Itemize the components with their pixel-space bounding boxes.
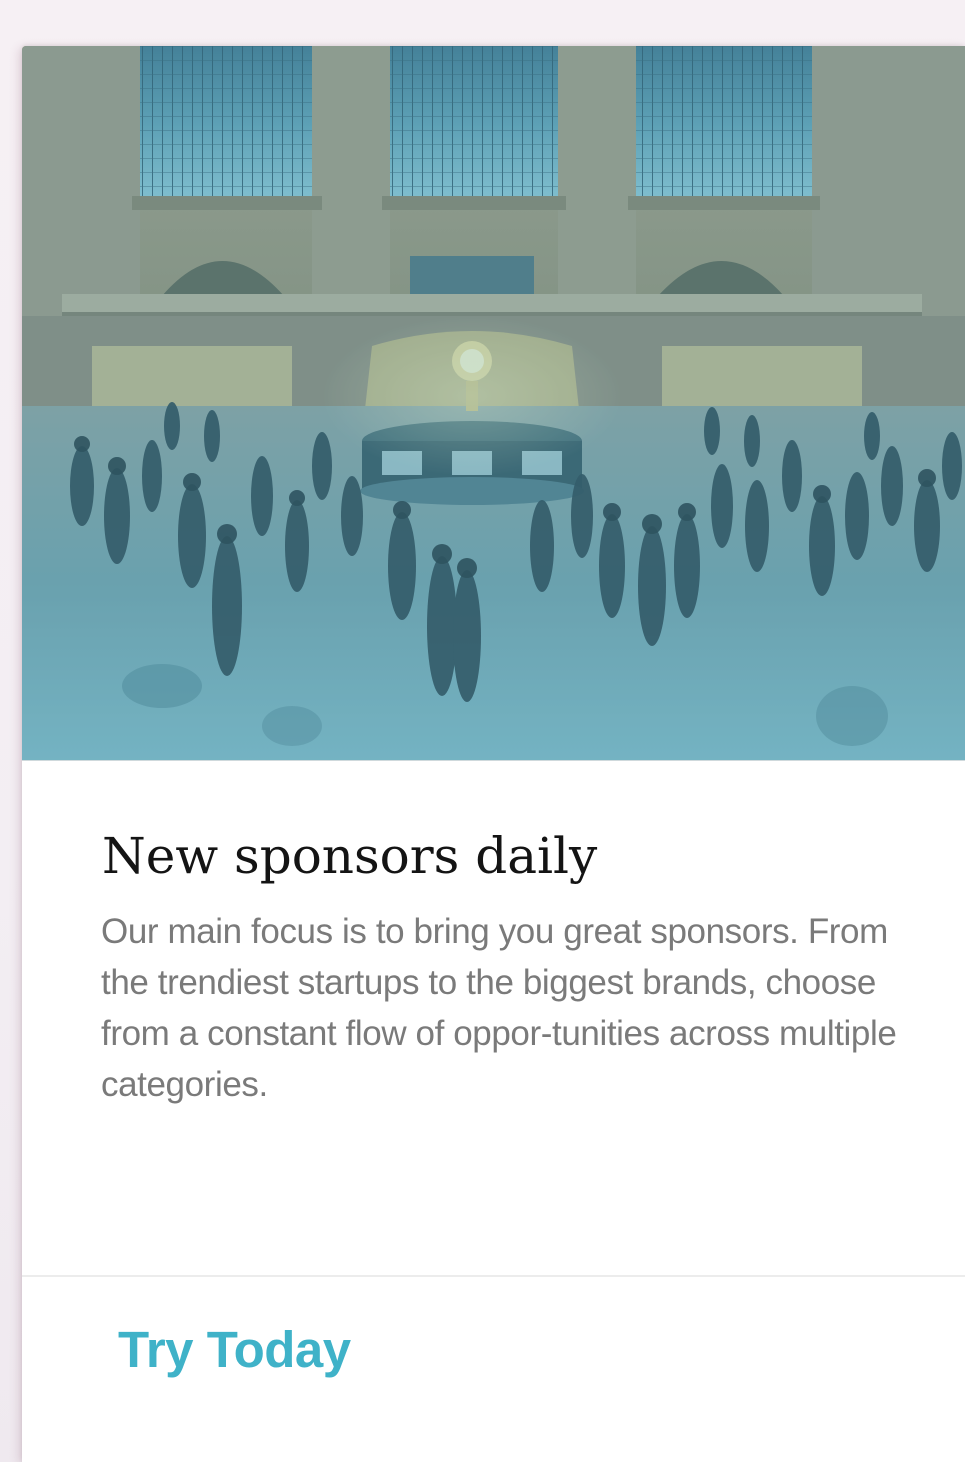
station-concourse-image — [22, 46, 965, 760]
card-image — [22, 46, 965, 761]
try-today-button[interactable]: Try Today — [118, 1316, 351, 1384]
feature-card: New sponsors daily Our main focus is to … — [22, 46, 965, 1462]
card-description: Our main focus is to bring you great spo… — [101, 912, 897, 1104]
card-divider — [22, 1275, 965, 1277]
card-title: New sponsors daily — [102, 827, 598, 885]
